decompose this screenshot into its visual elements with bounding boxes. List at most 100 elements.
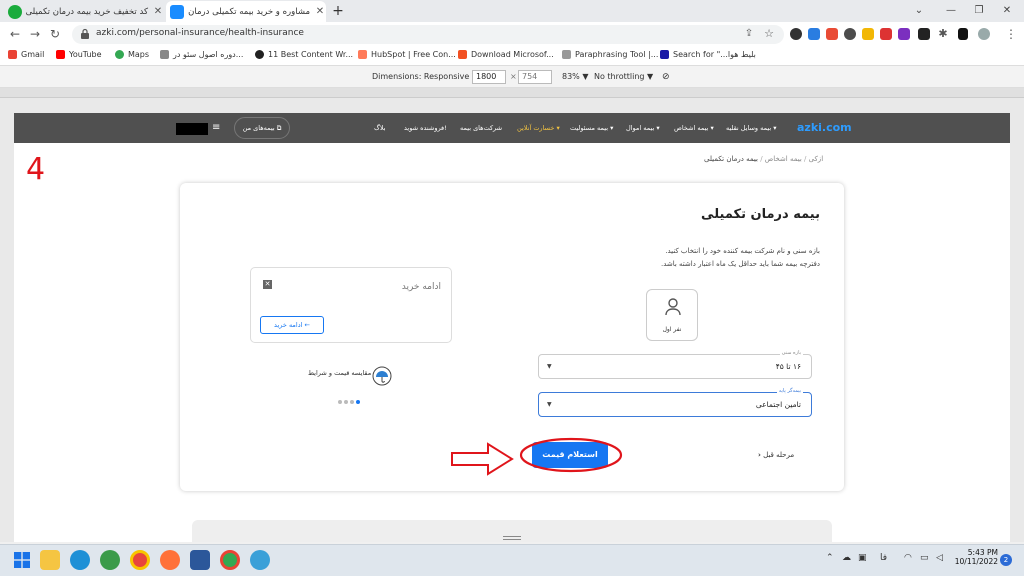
bookmark-seo[interactable]: دوره اصول سئو در... — [160, 50, 243, 59]
extension-icon[interactable] — [898, 28, 910, 40]
extension-icon[interactable] — [790, 28, 802, 40]
minimize-icon[interactable]: — — [944, 4, 958, 18]
bookmark-content[interactable]: 11 Best Content Wr... — [255, 50, 353, 59]
rotate-icon[interactable]: ⊘ — [662, 72, 670, 82]
description-line: دفترچه بیمه شما باید حداقل یک ماه اعتبار… — [660, 260, 820, 268]
throttle-dropdown[interactable]: No throttling ▼ — [594, 72, 653, 81]
base-insurer-label: بیمه‌گر پایه — [776, 388, 803, 394]
nav-property[interactable]: بیمه اموال ▾ — [626, 124, 660, 132]
nav-become-seller[interactable]: فروشنده شوید! — [404, 124, 447, 132]
carousel-dot[interactable] — [338, 400, 342, 404]
breadcrumb-home[interactable]: ازکی — [809, 155, 824, 163]
windows-start-icon[interactable] — [14, 552, 30, 568]
base-insurer-select[interactable]: بیمه‌گر پایه تامین اجتماعی ▼ — [538, 388, 812, 417]
bookmark-maps[interactable]: Maps — [115, 50, 149, 59]
dimensions-dropdown[interactable]: Dimensions: Responsive ▼ — [372, 72, 478, 81]
my-policies-button[interactable]: بیمه‌های من ⧉ — [234, 117, 290, 139]
cloud-icon[interactable]: ☁ — [842, 553, 851, 563]
bookmark-hubspot[interactable]: HubSpot | Free Con... — [358, 50, 456, 59]
sidepanel-icon[interactable] — [958, 28, 968, 40]
avatar[interactable] — [978, 28, 990, 40]
firefox-icon[interactable] — [160, 550, 180, 570]
red-arrow-annotation — [451, 442, 514, 476]
tab-health-discount[interactable]: کد تخفیف خرید بیمه درمان تکمیلی ✕ — [4, 1, 164, 22]
bookmark-youtube[interactable]: YouTube — [56, 50, 102, 59]
age-range-label: بازه سنی — [779, 350, 803, 356]
nav-liability[interactable]: بیمه مسئولیت ▾ — [570, 124, 613, 132]
nav-label: بیمه وسایل نقلیه — [726, 124, 772, 132]
continue-purchase-button[interactable]: ادامه خرید ← — [260, 316, 324, 334]
close-icon[interactable]: ✕ — [263, 280, 272, 289]
system-clock[interactable]: 5:43 PM 10/11/2022 — [950, 548, 998, 566]
bookmark-microsoft[interactable]: Download Microsof... — [458, 50, 554, 59]
defender-icon[interactable]: ▣ — [858, 553, 867, 563]
tab-search-icon[interactable]: ⌄ — [912, 4, 926, 18]
wifi-icon[interactable]: ◠ — [904, 553, 912, 563]
back-icon[interactable]: ← — [8, 27, 22, 41]
zoom-dropdown[interactable]: 83% ▼ — [562, 72, 588, 81]
forward-icon[interactable]: → — [28, 27, 42, 41]
reload-icon[interactable]: ↻ — [48, 27, 62, 41]
extension-icon[interactable] — [844, 28, 856, 40]
bookmark-label: Download Microsof... — [471, 50, 554, 59]
new-tab-icon[interactable]: + — [330, 3, 346, 19]
extension-icon[interactable] — [918, 28, 930, 40]
battery-icon[interactable]: ▭ — [920, 553, 929, 563]
earth-app-icon[interactable] — [100, 550, 120, 570]
word-icon[interactable] — [190, 550, 210, 570]
azki-logo[interactable]: azki.com — [797, 121, 852, 134]
my-policies-label: بیمه‌های من — [242, 124, 275, 132]
network-app-icon[interactable] — [250, 550, 270, 570]
file-explorer-icon[interactable] — [40, 550, 60, 570]
chrome-icon[interactable] — [130, 550, 150, 570]
language-indicator[interactable]: فا — [880, 553, 887, 563]
resize-handle[interactable] — [503, 536, 521, 540]
tab-favicon — [8, 4, 22, 19]
height-input[interactable]: 754 — [518, 70, 552, 84]
nav-online-claim[interactable]: خسارت آنلاین ▾ — [517, 124, 560, 132]
extension-icon[interactable] — [880, 28, 892, 40]
maximize-icon[interactable]: ❐ — [972, 4, 986, 18]
notification-badge[interactable]: 2 — [1000, 554, 1012, 566]
age-range-select[interactable]: بازه سنی ۱۶ تا ۴۵ ▼ — [538, 350, 812, 379]
extension-icon[interactable] — [862, 28, 874, 40]
chevron-down-icon: ▼ — [547, 401, 552, 408]
bookmark-gmail[interactable]: Gmail — [8, 50, 44, 59]
nav-companies[interactable]: شرکت‌های بیمه — [460, 124, 502, 132]
bookmark-star-icon[interactable]: ☆ — [762, 27, 776, 41]
tray-chevron-icon[interactable]: ⌃ — [826, 553, 834, 563]
tab-favicon — [170, 4, 184, 19]
share-icon[interactable]: ⇪ — [742, 27, 756, 41]
nav-blog[interactable]: بلاگ — [374, 124, 386, 132]
chevron-down-icon: ▼ — [547, 363, 552, 370]
search-site-icon — [660, 50, 669, 59]
hamburger-icon[interactable]: ≡ — [212, 123, 224, 133]
chrome-profile-icon[interactable] — [220, 550, 240, 570]
volume-icon[interactable]: ◁ — [936, 553, 943, 563]
edge-icon[interactable] — [70, 550, 90, 570]
tab-close-icon[interactable]: ✕ — [152, 6, 164, 17]
extension-icon[interactable] — [808, 28, 820, 40]
breadcrumb-persons[interactable]: بیمه اشخاص — [765, 155, 802, 163]
width-input[interactable]: 1800 — [472, 70, 506, 84]
extension-icon[interactable] — [826, 28, 838, 40]
bookmark-paraphrasing[interactable]: Paraphrasing Tool |... — [562, 50, 658, 59]
windows-taskbar — [0, 544, 1024, 576]
pen-icon — [562, 50, 571, 59]
continue-panel-title: ادامه خرید — [401, 282, 441, 292]
tab-health-insurance[interactable]: مشاوره و خرید بیمه تکمیلی درمان - ... ✕ — [166, 1, 326, 22]
redacted-box — [176, 123, 208, 135]
menu-dots-icon[interactable]: ⋮ — [1004, 27, 1018, 41]
carousel-dot[interactable] — [344, 400, 348, 404]
nav-vehicle[interactable]: بیمه وسایل نقلیه ▾ — [726, 124, 776, 132]
tab-close-icon[interactable]: ✕ — [314, 6, 326, 17]
bookmark-search[interactable]: Search for "...بلیط هوا — [660, 50, 756, 59]
carousel-dot[interactable] — [350, 400, 354, 404]
person-card[interactable] — [646, 289, 698, 341]
previous-step-link[interactable]: مرحله قبل ‹ — [758, 451, 794, 459]
nav-persons[interactable]: بیمه اشخاص ▾ — [674, 124, 714, 132]
bookmark-label: Search for "...بلیط هوا — [673, 50, 756, 59]
close-window-icon[interactable]: ✕ — [1000, 4, 1014, 18]
carousel-dot-active[interactable] — [356, 400, 360, 404]
puzzle-icon[interactable]: ✱ — [936, 27, 950, 41]
